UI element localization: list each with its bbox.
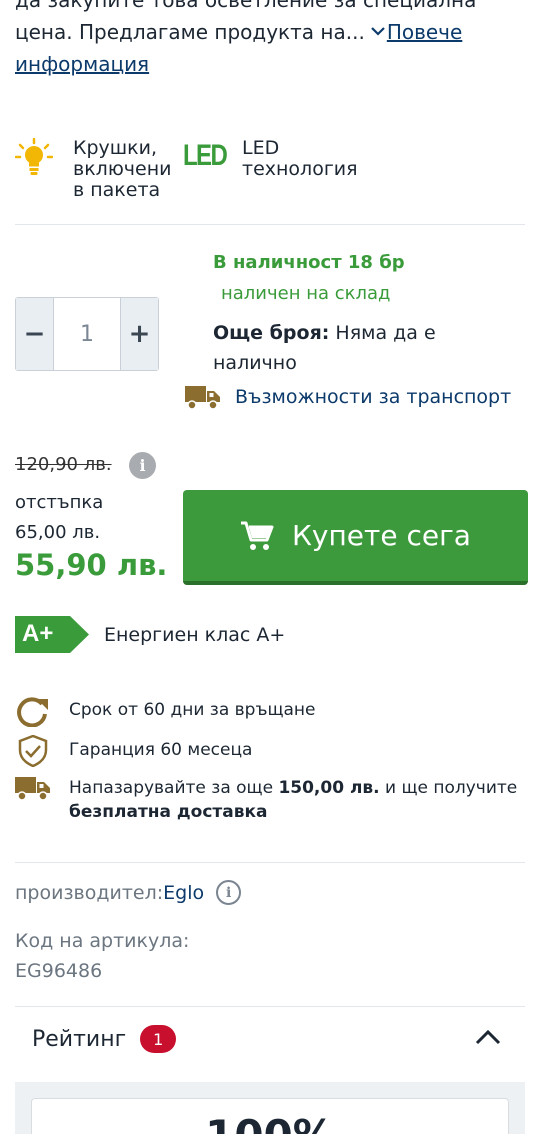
energy-badge-text: A+: [22, 620, 54, 647]
stock-sub: наличен на склад: [221, 283, 391, 304]
rating-count-badge: 1: [140, 1025, 177, 1053]
divider: [15, 862, 525, 863]
rating-percent: 100%: [32, 1111, 508, 1134]
lightbulb-icon: [15, 138, 53, 175]
quantity-stepper[interactable]: − 1 +: [15, 297, 159, 371]
shield-check-icon: [18, 735, 48, 767]
divider: [15, 1006, 525, 1007]
benefit-warranty: Гаранция 60 месеца: [15, 735, 252, 767]
sku-value: EG96486: [15, 960, 103, 982]
shipping-text: и ще получите: [379, 778, 518, 798]
increase-button[interactable]: +: [121, 298, 158, 370]
chevron-up-icon[interactable]: [475, 1028, 501, 1046]
shipping-amount: 150,00 лв.: [278, 778, 380, 798]
chevron-down-icon: [371, 27, 385, 36]
description-line: информация: [15, 48, 149, 80]
divider: [15, 224, 525, 225]
description-line: цена. Предлагаме продукта на... Повече: [15, 16, 462, 48]
benefit-label: Гаранция 60 месеца: [69, 740, 253, 760]
benefit-shipping: Напазарувайте за още 150,00 лв. и ще пол…: [15, 775, 529, 824]
price-info-icon[interactable]: i: [129, 452, 156, 479]
feature-label: LED технология: [242, 137, 358, 180]
benefit-return: Срок от 60 дни за връщане: [15, 695, 315, 727]
rating-accordion-header[interactable]: Рейтинг 1: [15, 1008, 525, 1070]
benefit-label: Напазарувайте за още 150,00 лв. и ще пол…: [69, 776, 529, 824]
more-quantity-label: Още броя:: [213, 322, 330, 344]
current-price: 55,90 лв.: [15, 548, 168, 582]
sku-label: Код на артикула:: [15, 930, 190, 952]
stock-status: В наличност 18 бр: [213, 252, 405, 273]
manufacturer-link[interactable]: Eglo: [163, 882, 204, 904]
more-info-link-cont[interactable]: информация: [15, 52, 149, 76]
benefit-label: Срок от 60 дни за връщане: [69, 700, 316, 720]
feature-led: LED LED технология: [183, 138, 372, 180]
rating-title: Рейтинг: [32, 1026, 127, 1052]
more-info-link[interactable]: Повече: [387, 20, 463, 44]
description-text: цена. Предлагаме продукта на...: [15, 20, 365, 44]
transport-options[interactable]: Възможности за транспорт: [185, 384, 511, 410]
discount-value: 65,00 лв.: [15, 522, 101, 543]
energy-badge: A+: [15, 616, 89, 653]
return-icon: [17, 697, 48, 727]
buy-now-button[interactable]: Купете сега: [183, 490, 528, 585]
transport-link[interactable]: Възможности за транспорт: [235, 386, 511, 408]
quantity-value[interactable]: 1: [53, 298, 121, 370]
feature-label: Крушки, включени в пакета: [73, 137, 172, 201]
led-icon: LED: [183, 139, 228, 172]
decrease-button[interactable]: −: [16, 298, 53, 370]
more-quantity-info: Още броя: Няма да е налично: [213, 318, 513, 378]
buy-now-label: Купете сега: [292, 519, 471, 552]
shipping-free: безплатна доставка: [69, 802, 268, 822]
manufacturer-label: производител:: [15, 881, 164, 904]
sku: Код на артикула: EG96486: [15, 926, 189, 986]
info-icon[interactable]: i: [216, 880, 242, 905]
old-price: 120,90 лв.: [15, 454, 112, 475]
rating-summary-card: 100%: [31, 1098, 509, 1134]
energy-label: Енергиен клас A+: [104, 623, 286, 646]
energy-class: A+ Енергиен клас A+: [15, 616, 285, 653]
feature-bulbs: Крушки, включени в пакета: [15, 138, 183, 201]
manufacturer: производител: Eglo i: [15, 880, 242, 905]
discount-label: отстъпка: [15, 492, 104, 513]
description-line: да закупите това осветление за специална: [15, 0, 477, 12]
discount: отстъпка 65,00 лв.: [15, 488, 103, 548]
shipping-text: Напазарувайте за още: [69, 778, 279, 798]
cart-icon: [241, 521, 274, 550]
rating-panel: 100%: [15, 1082, 525, 1134]
truck-icon: [15, 777, 50, 801]
truck-icon: [185, 386, 220, 410]
